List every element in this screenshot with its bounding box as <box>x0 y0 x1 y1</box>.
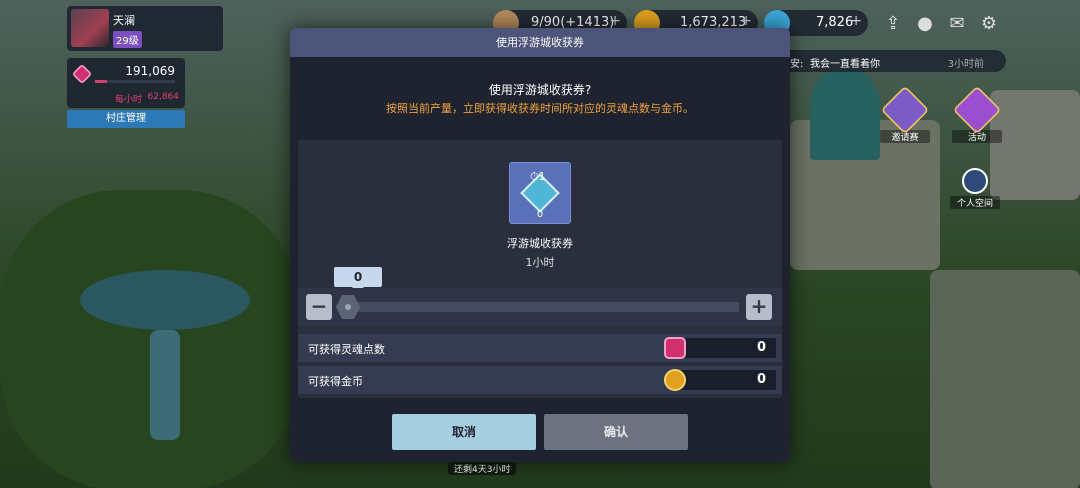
soul-points-reward-row: 可获得灵魂点数 0 <box>298 334 782 362</box>
reward-value: 0 <box>756 340 766 355</box>
add-gems-icon[interactable]: + <box>850 13 862 29</box>
cancel-button[interactable]: 取消 <box>392 414 536 450</box>
item-quantity: 0 <box>536 209 544 220</box>
gold-reward-row: 可获得金币 0 <box>298 366 782 394</box>
event-timer: 还剩4天3小时 <box>448 462 517 475</box>
dialog-question: 使用浮游城收获券? <box>488 83 592 97</box>
village-management-button[interactable]: 村庄管理 <box>67 110 185 128</box>
soul-gem-icon <box>664 337 686 359</box>
chat-time: 3小时前 <box>947 59 984 70</box>
chat-ticker[interactable]: 安: 我会一直看着你 3小时前 <box>780 50 1006 72</box>
player-profile[interactable]: 天澜 29级 <box>67 6 223 51</box>
settings-gear-icon[interactable]: ⚙ <box>978 13 1000 35</box>
soul-progress-bar <box>95 80 175 83</box>
soul-points-value: 191,069 <box>125 64 175 78</box>
invitational-icon <box>880 85 930 135</box>
confirm-button[interactable]: 确认 <box>544 414 688 450</box>
level-badge: 29级 <box>113 31 142 48</box>
item-name: 浮游城收获券 <box>507 237 573 250</box>
soul-points-panel: 191,069 每小时 62,864 <box>67 58 185 108</box>
add-gold-icon[interactable]: + <box>740 13 752 29</box>
mail-icon[interactable]: ✉ <box>946 13 968 35</box>
decrease-button[interactable]: − <box>306 294 332 320</box>
reward-value: 0 <box>756 372 766 387</box>
player-name: 天澜 <box>113 14 135 27</box>
invitational-button[interactable]: 邀请赛 <box>880 85 930 143</box>
rate-value: 62,864 <box>147 92 180 102</box>
reward-label: 可获得金币 <box>308 375 363 388</box>
reward-label: 可获得灵魂点数 <box>308 343 385 356</box>
quantity-slider-row: − + <box>298 288 782 326</box>
slider-knob[interactable] <box>336 295 360 319</box>
home-icon <box>962 168 988 194</box>
add-stamina-icon[interactable]: + <box>609 13 621 29</box>
event-button[interactable]: 活动 <box>952 85 1002 143</box>
gift-box-icon <box>952 85 1002 135</box>
dialog-title: 使用浮游城收获券 <box>290 28 790 57</box>
increase-button[interactable]: + <box>746 294 772 320</box>
share-icon[interactable]: ⇪ <box>882 13 904 35</box>
clock-icon: ⏱1 <box>530 170 546 183</box>
soul-gem-icon <box>71 63 93 85</box>
personal-space-button[interactable]: 个人空间 <box>950 168 1000 209</box>
chat-message: 我会一直看着你 <box>810 59 880 70</box>
avatar[interactable] <box>71 9 109 47</box>
dialog-description: 按照当前产量，立即获得收获券时间所对应的灵魂点数与金币。 <box>386 102 694 115</box>
harvest-ticket-dialog: 使用浮游城收获券 使用浮游城收获券? 按照当前产量，立即获得收获券时间所对应的灵… <box>290 28 790 462</box>
harvest-ticket-item: ⏱1 0 <box>509 162 571 224</box>
chat-bubble-icon[interactable]: ● <box>914 13 936 35</box>
gold-coin-icon <box>664 369 686 391</box>
dialog-content: ⏱1 0 浮游城收获券 1小时 0 − + 可获得灵魂点数 0 可获得金币 0 <box>298 140 782 398</box>
rate-label: 每小时 <box>115 95 143 105</box>
quantity-slider-track[interactable] <box>341 302 739 312</box>
slider-value-tooltip: 0 <box>334 267 382 293</box>
